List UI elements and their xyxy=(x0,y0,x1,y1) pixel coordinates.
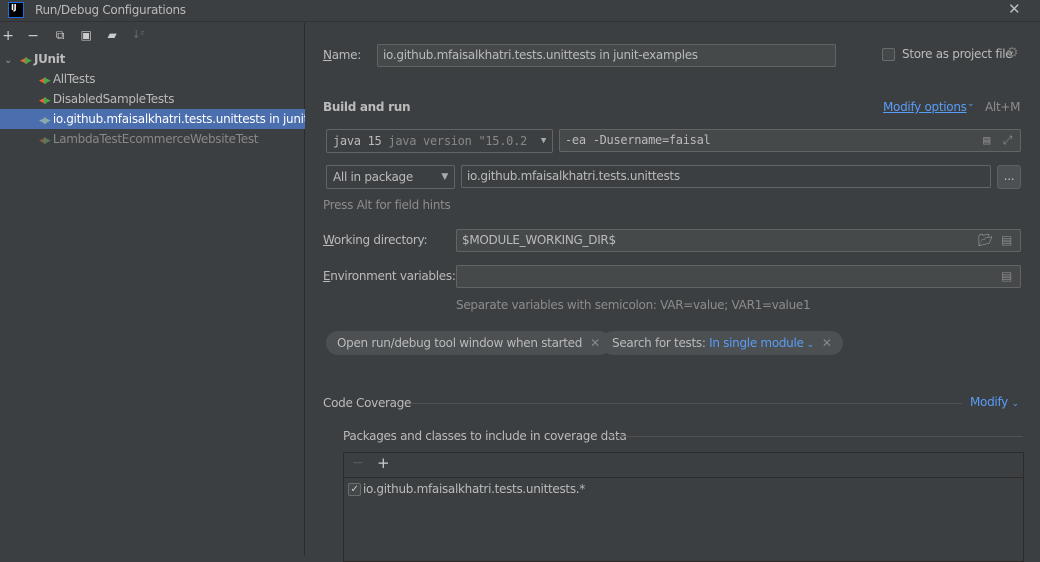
coverage-table: − + ✓ io.github.mfaisalkhatri.tests.unit… xyxy=(343,452,1024,562)
chevron-down-icon: ⌄ xyxy=(1011,399,1019,409)
minus-icon[interactable]: − xyxy=(352,455,364,471)
separator xyxy=(411,403,962,404)
minus-icon[interactable]: − xyxy=(25,28,41,44)
junit-icon: ◀▶ xyxy=(39,96,51,106)
name-label: Name: xyxy=(323,48,361,62)
title-bar: IJ Run/Debug Configurations ✕ xyxy=(0,0,1040,22)
new-folder-icon[interactable]: ▰ xyxy=(104,28,120,42)
env-label: Environment variables: xyxy=(323,269,456,283)
store-project-label[interactable]: Store as project file xyxy=(902,47,1013,61)
jre-combo[interactable]: java 15 java version "15.0.2 ▼ xyxy=(326,129,553,153)
plus-icon[interactable]: + xyxy=(0,28,16,44)
chevron-down-icon[interactable]: ⌄ xyxy=(807,340,815,350)
tree-item[interactable]: ◀▶ DisabledSampleTests xyxy=(0,89,305,109)
document-icon[interactable]: ▤ xyxy=(1001,230,1012,251)
add-dropdown-icon[interactable]: + xyxy=(377,454,390,472)
sort-icon[interactable]: ↓ᶻ xyxy=(130,28,146,41)
alt-hint: Press Alt for field hints xyxy=(323,198,451,212)
coverage-modify-link[interactable]: Modify ⌄ xyxy=(970,395,1019,409)
chevron-down-icon[interactable]: ⌄ xyxy=(4,55,12,66)
expand-icon[interactable]: ⤢ xyxy=(1003,130,1013,151)
remove-icon[interactable]: ✕ xyxy=(590,336,600,350)
intellij-logo: IJ xyxy=(8,2,24,18)
build-run-heading: Build and run xyxy=(323,100,411,114)
junit-icon: ◀▶ xyxy=(20,56,32,66)
test-kind-combo[interactable]: All in package ▼ xyxy=(326,165,455,189)
junit-icon: ◀▶ xyxy=(39,76,51,86)
store-project-checkbox[interactable] xyxy=(882,48,895,61)
separator xyxy=(608,436,1023,437)
search-tests-chip[interactable]: Search for tests: In single module ⌄ ✕ xyxy=(601,331,843,355)
packages-heading: Packages and classes to include in cover… xyxy=(343,429,627,443)
tree-item-selected[interactable]: ◀▶ io.github.mfaisalkhatri.tests.unittest… xyxy=(0,109,305,129)
save-icon[interactable]: ▣ xyxy=(78,28,94,42)
remove-icon[interactable]: ✕ xyxy=(822,336,832,350)
copy-icon[interactable]: ⧉ xyxy=(52,28,68,43)
tree-root-junit[interactable]: ⌄ ◀▶ JUnit xyxy=(0,49,305,69)
browse-button[interactable]: ... xyxy=(997,165,1021,189)
open-tool-window-chip[interactable]: Open run/debug tool window when started ✕ xyxy=(326,331,611,355)
document-icon[interactable]: ▤ xyxy=(983,130,990,151)
document-icon[interactable]: ▤ xyxy=(1001,266,1012,287)
coverage-entry[interactable]: io.github.mfaisalkhatri.tests.unittests.… xyxy=(363,482,585,496)
modify-options-link[interactable]: Modify options xyxy=(883,100,967,114)
folder-icon[interactable]: 📂︎ xyxy=(978,230,993,251)
chevron-down-icon[interactable]: ⌄ xyxy=(967,99,975,109)
modify-shortcut: Alt+M xyxy=(985,100,1021,114)
entry-checkbox[interactable]: ✓ xyxy=(348,483,361,496)
env-hint: Separate variables with semicolon: VAR=v… xyxy=(456,298,811,312)
dropdown-arrow-icon: ▼ xyxy=(537,130,546,152)
junit-icon: ◀▶ xyxy=(39,136,51,146)
tree-item[interactable]: ◀▶ AllTests xyxy=(0,69,305,89)
code-coverage-heading: Code Coverage xyxy=(323,396,412,410)
junit-temp-icon: ◀▶ xyxy=(39,116,51,126)
coverage-toolbar: − + xyxy=(344,453,1023,478)
window-title: Run/Debug Configurations xyxy=(35,3,186,17)
name-input[interactable]: io.github.mfaisalkhatri.tests.unittests … xyxy=(377,44,836,67)
dropdown-arrow-icon: ▼ xyxy=(441,172,448,182)
tree-item[interactable]: ◀▶ LambdaTestEcommerceWebsiteTest xyxy=(0,129,305,149)
workdir-label: Working directory: xyxy=(323,233,428,247)
workdir-input[interactable]: $MODULE_WORKING_DIR$ 📂︎ ▤ xyxy=(456,229,1021,252)
gear-icon[interactable]: ⚙ xyxy=(1006,45,1019,61)
close-icon[interactable]: ✕ xyxy=(1008,0,1021,18)
package-input[interactable]: io.github.mfaisalkhatri.tests.unittests xyxy=(461,165,991,188)
vm-options-input[interactable]: -ea -Dusername=faisal ▤ ⤢ xyxy=(559,129,1021,152)
env-input[interactable]: ▤ xyxy=(456,265,1021,288)
